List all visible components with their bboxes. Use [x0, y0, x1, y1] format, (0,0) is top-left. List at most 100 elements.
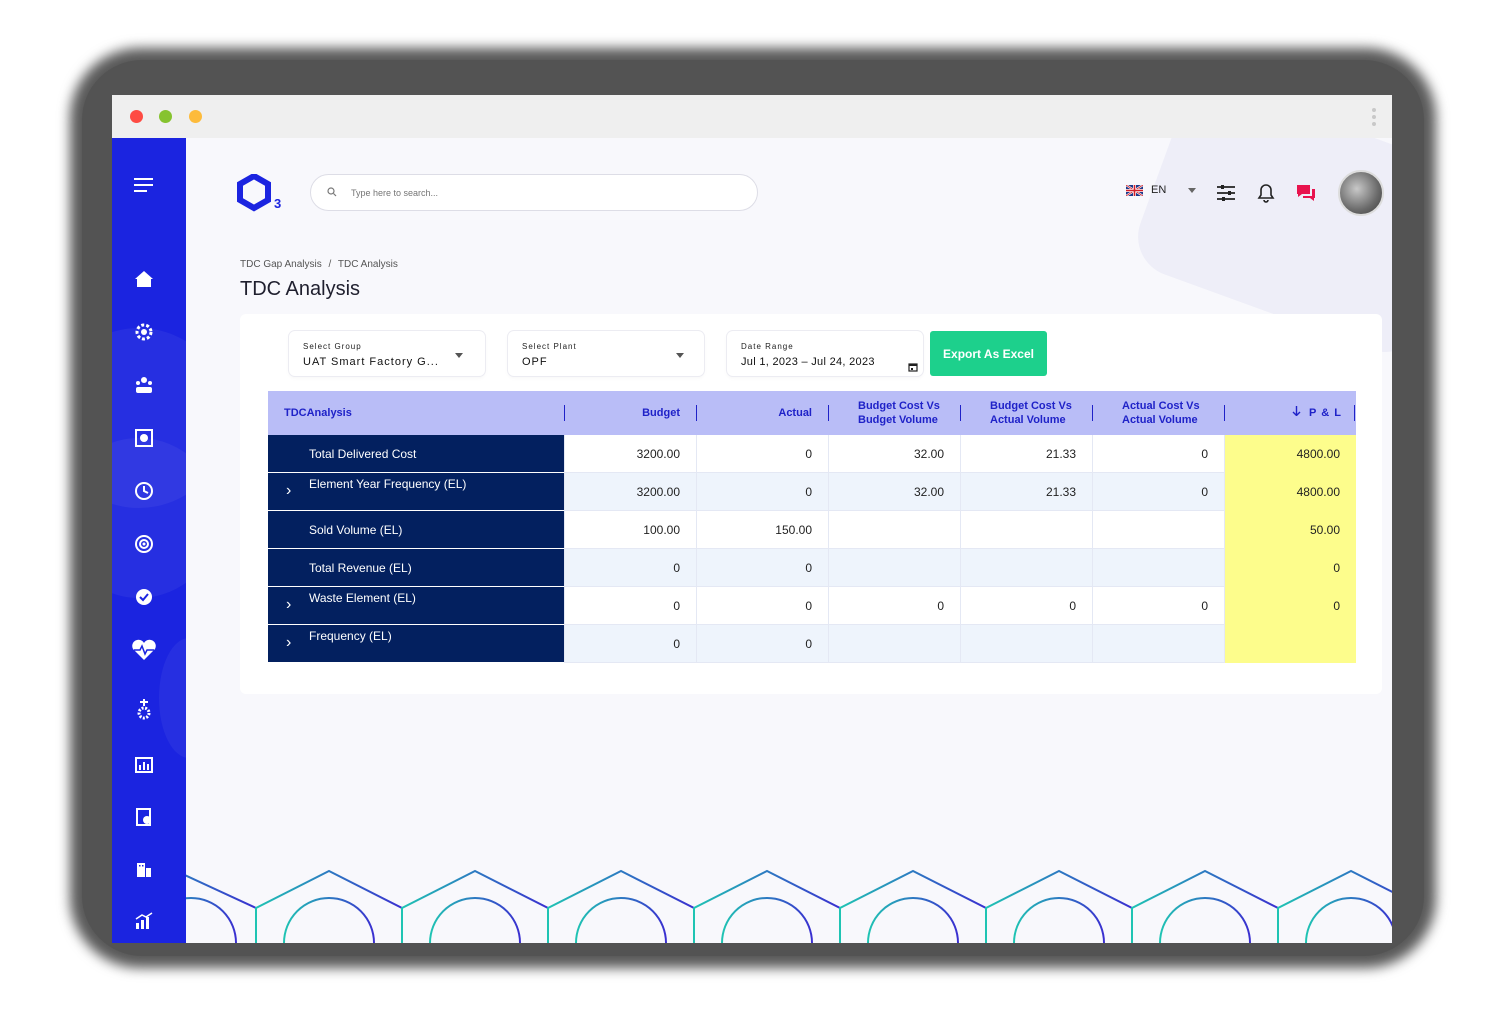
date-range-picker[interactable]: Date Range Jul 1, 2023 – Jul 24, 2023: [727, 331, 923, 376]
table-row[interactable]: › Element Year Frequency (EL) 3200.00 0 32.0…: [268, 473, 1356, 511]
select-group-value: UAT Smart Factory G...: [303, 356, 439, 368]
sort-arrow-down-icon: [1292, 406, 1301, 420]
uk-flag-icon: [1126, 184, 1143, 196]
close-window-button[interactable]: [130, 110, 143, 123]
table-row[interactable]: Total Delivered Cost 3200.00 0 32.00 21.33 0 4…: [268, 435, 1356, 473]
hexagon-decoration: [186, 869, 1392, 943]
table-cell: 32.00: [828, 435, 960, 473]
document-settings-icon[interactable]: [131, 804, 157, 830]
pl-cell: 0: [1224, 587, 1356, 625]
table-row[interactable]: Sold Volume (EL) 100.00 150.00 50.00: [268, 511, 1356, 549]
column-header-budget[interactable]: Budget: [564, 391, 680, 435]
sidebar: [112, 138, 186, 943]
pl-cell: 4800.00: [1224, 435, 1356, 473]
table-cell: 32.00: [828, 473, 960, 511]
table-cell: [828, 625, 960, 663]
row-header-cell: › Element Year Frequency (EL): [268, 473, 564, 511]
column-separator: [1354, 405, 1355, 421]
main-content: 3 EN TDC Gap Analysis / TDC Analysis: [186, 138, 1392, 943]
process-icon[interactable]: [131, 425, 157, 451]
title-bar: [112, 95, 1392, 138]
report-icon[interactable]: [131, 752, 157, 778]
user-avatar[interactable]: [1338, 170, 1384, 216]
table-cell: 0: [1092, 473, 1224, 511]
table-cell: [828, 549, 960, 587]
building-icon[interactable]: [131, 856, 157, 882]
column-header-tdcanalysis[interactable]: TDCAnalysis: [284, 391, 352, 435]
chevron-down-icon: [676, 353, 684, 358]
team-icon[interactable]: [131, 372, 157, 398]
kebab-menu-icon[interactable]: [1370, 105, 1378, 129]
table-cell: [960, 549, 1092, 587]
factory-gear-icon[interactable]: [131, 696, 157, 722]
search-bar[interactable]: [310, 174, 758, 211]
breadcrumb: TDC Gap Analysis / TDC Analysis: [240, 259, 402, 270]
row-label: Total Revenue (EL): [309, 561, 412, 575]
breadcrumb-item-tdc-analysis: TDC Analysis: [337, 259, 398, 270]
column-header-pl-label: P & L: [1309, 407, 1342, 419]
minimize-window-button[interactable]: [189, 110, 202, 123]
table-cell: 0: [564, 549, 696, 587]
table-cell: 100.00: [564, 511, 696, 549]
target-icon[interactable]: [131, 531, 157, 557]
table-cell: 0: [828, 587, 960, 625]
column-header-budget-cost-vs-budget-volume[interactable]: Budget Cost Vs Budget Volume: [858, 391, 944, 435]
table-row[interactable]: › Waste Element (EL) 0 0 0 0 0 0: [268, 587, 1356, 625]
column-header-budget-cost-vs-actual-volume[interactable]: Budget Cost Vs Actual Volume: [990, 391, 1076, 435]
select-plant-dropdown[interactable]: Select Plant OPF: [508, 331, 704, 376]
chevron-down-icon: [455, 353, 463, 358]
row-label: Total Delivered Cost: [309, 447, 417, 461]
table-cell: 3200.00: [564, 435, 696, 473]
date-range-value: Jul 1, 2023 – Jul 24, 2023: [741, 356, 875, 368]
table-cell: [960, 511, 1092, 549]
row-header-cell: Sold Volume (EL): [268, 511, 564, 549]
table-cell: 0: [696, 625, 828, 663]
expand-chevron-icon[interactable]: ›: [286, 596, 291, 614]
home-icon[interactable]: [131, 266, 157, 292]
table-cell: 0: [696, 435, 828, 473]
chat-icon[interactable]: [1295, 182, 1317, 204]
column-header-actual[interactable]: Actual: [696, 391, 812, 435]
heart-rate-icon[interactable]: [131, 637, 157, 663]
table-cell: 0: [960, 587, 1092, 625]
check-circle-icon[interactable]: [131, 584, 157, 610]
column-separator: [960, 405, 961, 421]
hamburger-menu-icon[interactable]: [131, 172, 157, 198]
notification-bell-icon[interactable]: [1255, 182, 1277, 204]
column-header-actual-cost-vs-actual-volume[interactable]: Actual Cost Vs Actual Volume: [1122, 391, 1208, 435]
svg-text:3: 3: [274, 196, 281, 211]
sidebar-glow: [159, 638, 186, 758]
table-row[interactable]: Total Revenue (EL) 0 0 0: [268, 549, 1356, 587]
breadcrumb-item-gap-analysis[interactable]: TDC Gap Analysis: [240, 259, 322, 270]
table-row[interactable]: › Frequency (EL) 0 0: [268, 625, 1356, 663]
expand-chevron-icon[interactable]: ›: [286, 634, 291, 652]
analysis-card: Select Group UAT Smart Factory G... Sele…: [240, 314, 1382, 694]
table-cell: [1092, 549, 1224, 587]
search-input[interactable]: [351, 187, 731, 198]
calendar-icon[interactable]: [908, 359, 918, 377]
row-label: Element Year Frequency (EL): [309, 477, 467, 491]
page-title: TDC Analysis: [240, 278, 361, 300]
table-cell: 0: [696, 549, 828, 587]
table-cell: 0: [564, 625, 696, 663]
clock-icon[interactable]: [131, 478, 157, 504]
row-header-cell: Total Delivered Cost: [268, 435, 564, 473]
select-group-dropdown[interactable]: Select Group UAT Smart Factory G...: [289, 331, 485, 376]
settings-gear-icon[interactable]: [131, 319, 157, 345]
export-excel-button[interactable]: Export As Excel: [930, 331, 1047, 376]
column-separator: [1224, 405, 1225, 421]
row-label: Sold Volume (EL): [309, 523, 403, 537]
analytics-icon[interactable]: [131, 908, 157, 934]
table-cell: 0: [1092, 587, 1224, 625]
column-separator: [1092, 405, 1093, 421]
pl-cell: 0: [1224, 549, 1356, 587]
expand-chevron-icon[interactable]: ›: [286, 482, 291, 500]
table-cell: [1092, 511, 1224, 549]
sliders-icon[interactable]: [1215, 182, 1237, 204]
row-label: Waste Element (EL): [309, 591, 416, 605]
table-cell: 0: [1092, 435, 1224, 473]
column-header-pl[interactable]: P & L: [1292, 391, 1342, 435]
pl-cell: [1224, 625, 1356, 663]
maximize-window-button[interactable]: [159, 110, 172, 123]
language-selector[interactable]: EN: [1126, 184, 1197, 196]
